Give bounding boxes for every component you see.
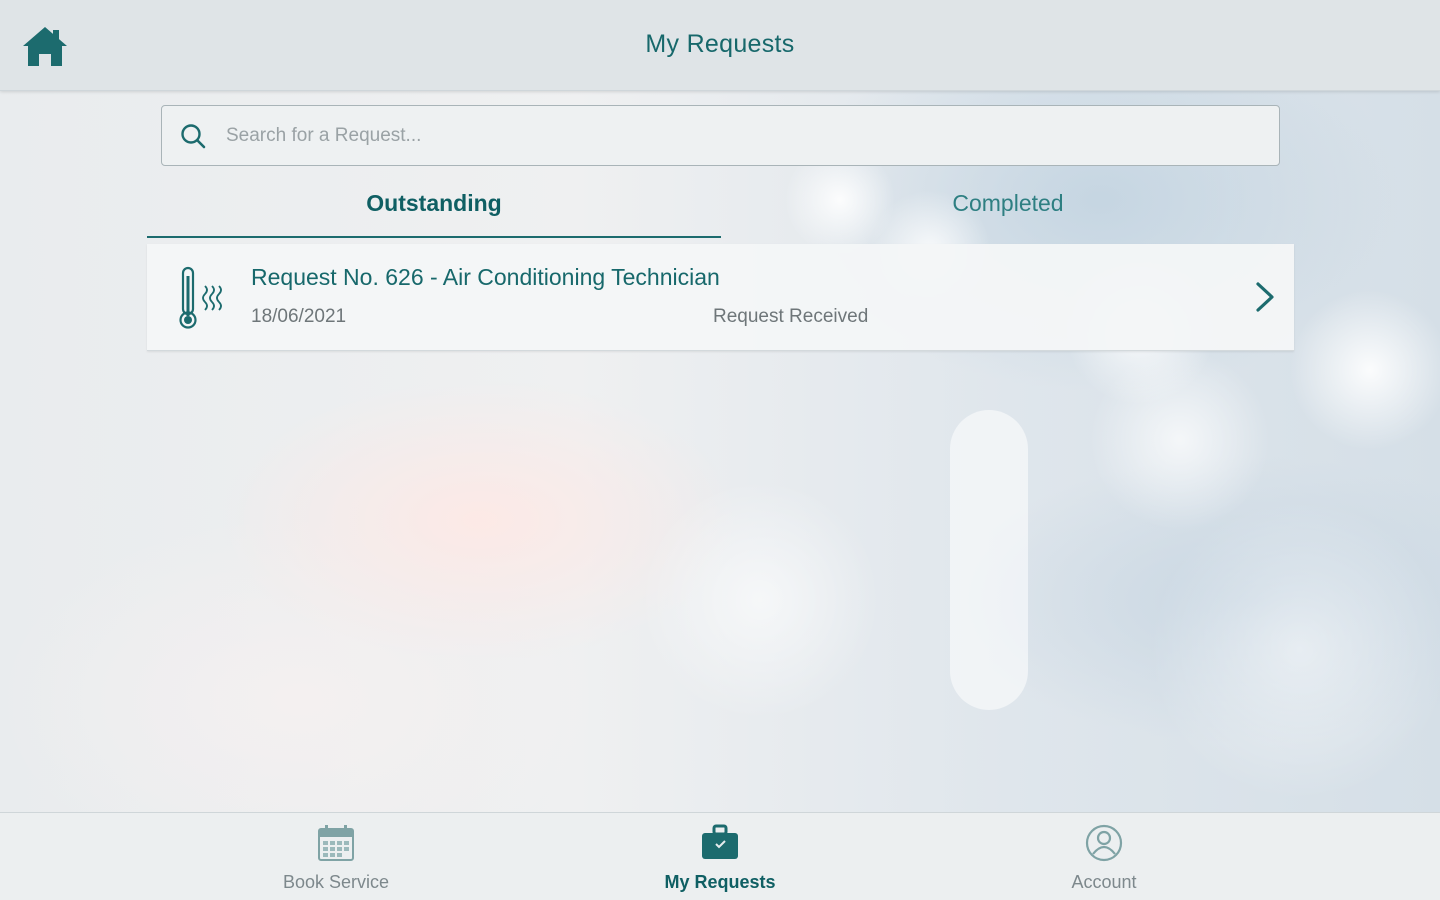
nav-book-service-label: Book Service <box>282 872 390 892</box>
briefcase-icon <box>702 824 738 859</box>
chevron-right-icon <box>1256 282 1274 312</box>
thermometer-icon <box>179 266 222 329</box>
bottom-navigation: Book Service My Requests Account <box>0 812 1440 900</box>
request-tabs: Outstanding Completed <box>147 178 1294 238</box>
page-title: My Requests <box>645 30 795 58</box>
search-icon <box>181 124 206 149</box>
nav-my-requests[interactable]: My Requests <box>600 813 840 900</box>
request-status: Request Received <box>713 306 869 327</box>
top-app-bar: My Requests <box>0 0 1440 91</box>
nav-account[interactable]: Account <box>984 813 1224 900</box>
tab-outstanding[interactable]: Outstanding <box>147 178 721 238</box>
background-decoration <box>950 410 1028 710</box>
tab-completed[interactable]: Completed <box>721 178 1295 236</box>
user-icon <box>1085 824 1123 862</box>
calendar-icon <box>318 825 354 861</box>
nav-account-label: Account <box>1071 872 1137 892</box>
request-title: Request No. 626 - Air Conditioning Techn… <box>251 264 720 290</box>
nav-my-requests-label: My Requests <box>664 872 776 892</box>
nav-book-service[interactable]: Book Service <box>216 813 456 900</box>
search-box[interactable] <box>161 105 1280 166</box>
search-input[interactable] <box>224 118 1258 154</box>
request-date: 18/06/2021 <box>251 306 347 327</box>
list-item[interactable]: Request No. 626 - Air Conditioning Techn… <box>147 244 1294 351</box>
